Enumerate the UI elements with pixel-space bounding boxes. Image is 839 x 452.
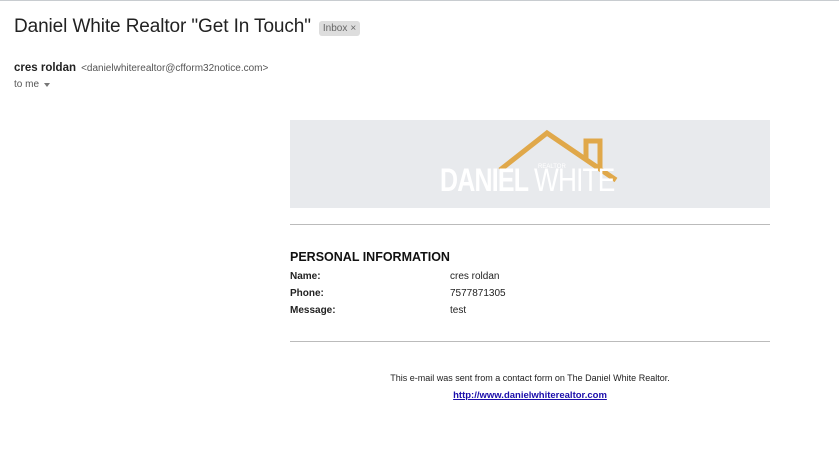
info-value: cres roldan [450, 271, 500, 282]
daniel-white-logo: DANIEL WHITE REALTOR [440, 128, 620, 200]
chevron-down-icon[interactable] [44, 83, 51, 87]
remove-label-icon[interactable]: × [350, 23, 356, 34]
info-key: Phone: [290, 288, 324, 299]
footer-text: This e-mail was sent from a contact form… [390, 373, 670, 383]
info-row-message: Message: test [290, 302, 506, 319]
sender-name[interactable]: cres roldan [14, 62, 76, 74]
website-link[interactable]: http://www.danielwhiterealtor.com [453, 390, 607, 401]
info-row-phone: Phone: 7577871305 [290, 285, 506, 302]
inbox-label-text: Inbox [322, 22, 348, 34]
logo-tagline: REALTOR [538, 164, 566, 170]
sender-row: cres roldan <danielwhiterealtor@cfform32… [14, 62, 268, 74]
email-subject: Daniel White Realtor "Get In Touch" [14, 16, 311, 37]
personal-info-table: Name: cres roldan Phone: 7577871305 Mess… [290, 268, 506, 319]
sender-email: <danielwhiterealtor@cfform32notice.com> [81, 63, 269, 74]
info-key: Name: [290, 271, 321, 282]
recipient-details-toggle[interactable]: to me [14, 79, 51, 90]
logo-word-daniel: DANIEL [440, 162, 529, 198]
divider [290, 224, 770, 225]
email-header: Daniel White Realtor "Get In Touch" Inbo… [14, 16, 361, 38]
personal-info-title: PERSONAL INFORMATION [290, 250, 450, 264]
top-divider [0, 0, 839, 1]
info-value: test [450, 305, 467, 316]
footer-link-row: http://www.danielwhiterealtor.com [290, 390, 770, 401]
info-key: Message: [290, 305, 336, 316]
inbox-label-chip[interactable]: Inbox × [318, 20, 361, 36]
info-row-name: Name: cres roldan [290, 268, 506, 285]
recipient-text: to me [14, 79, 40, 90]
email-banner: DANIEL WHITE REALTOR [290, 120, 770, 208]
logo-wordmark: DANIEL WHITE [440, 164, 632, 196]
info-value: 7577871305 [450, 288, 506, 299]
divider [290, 341, 770, 342]
